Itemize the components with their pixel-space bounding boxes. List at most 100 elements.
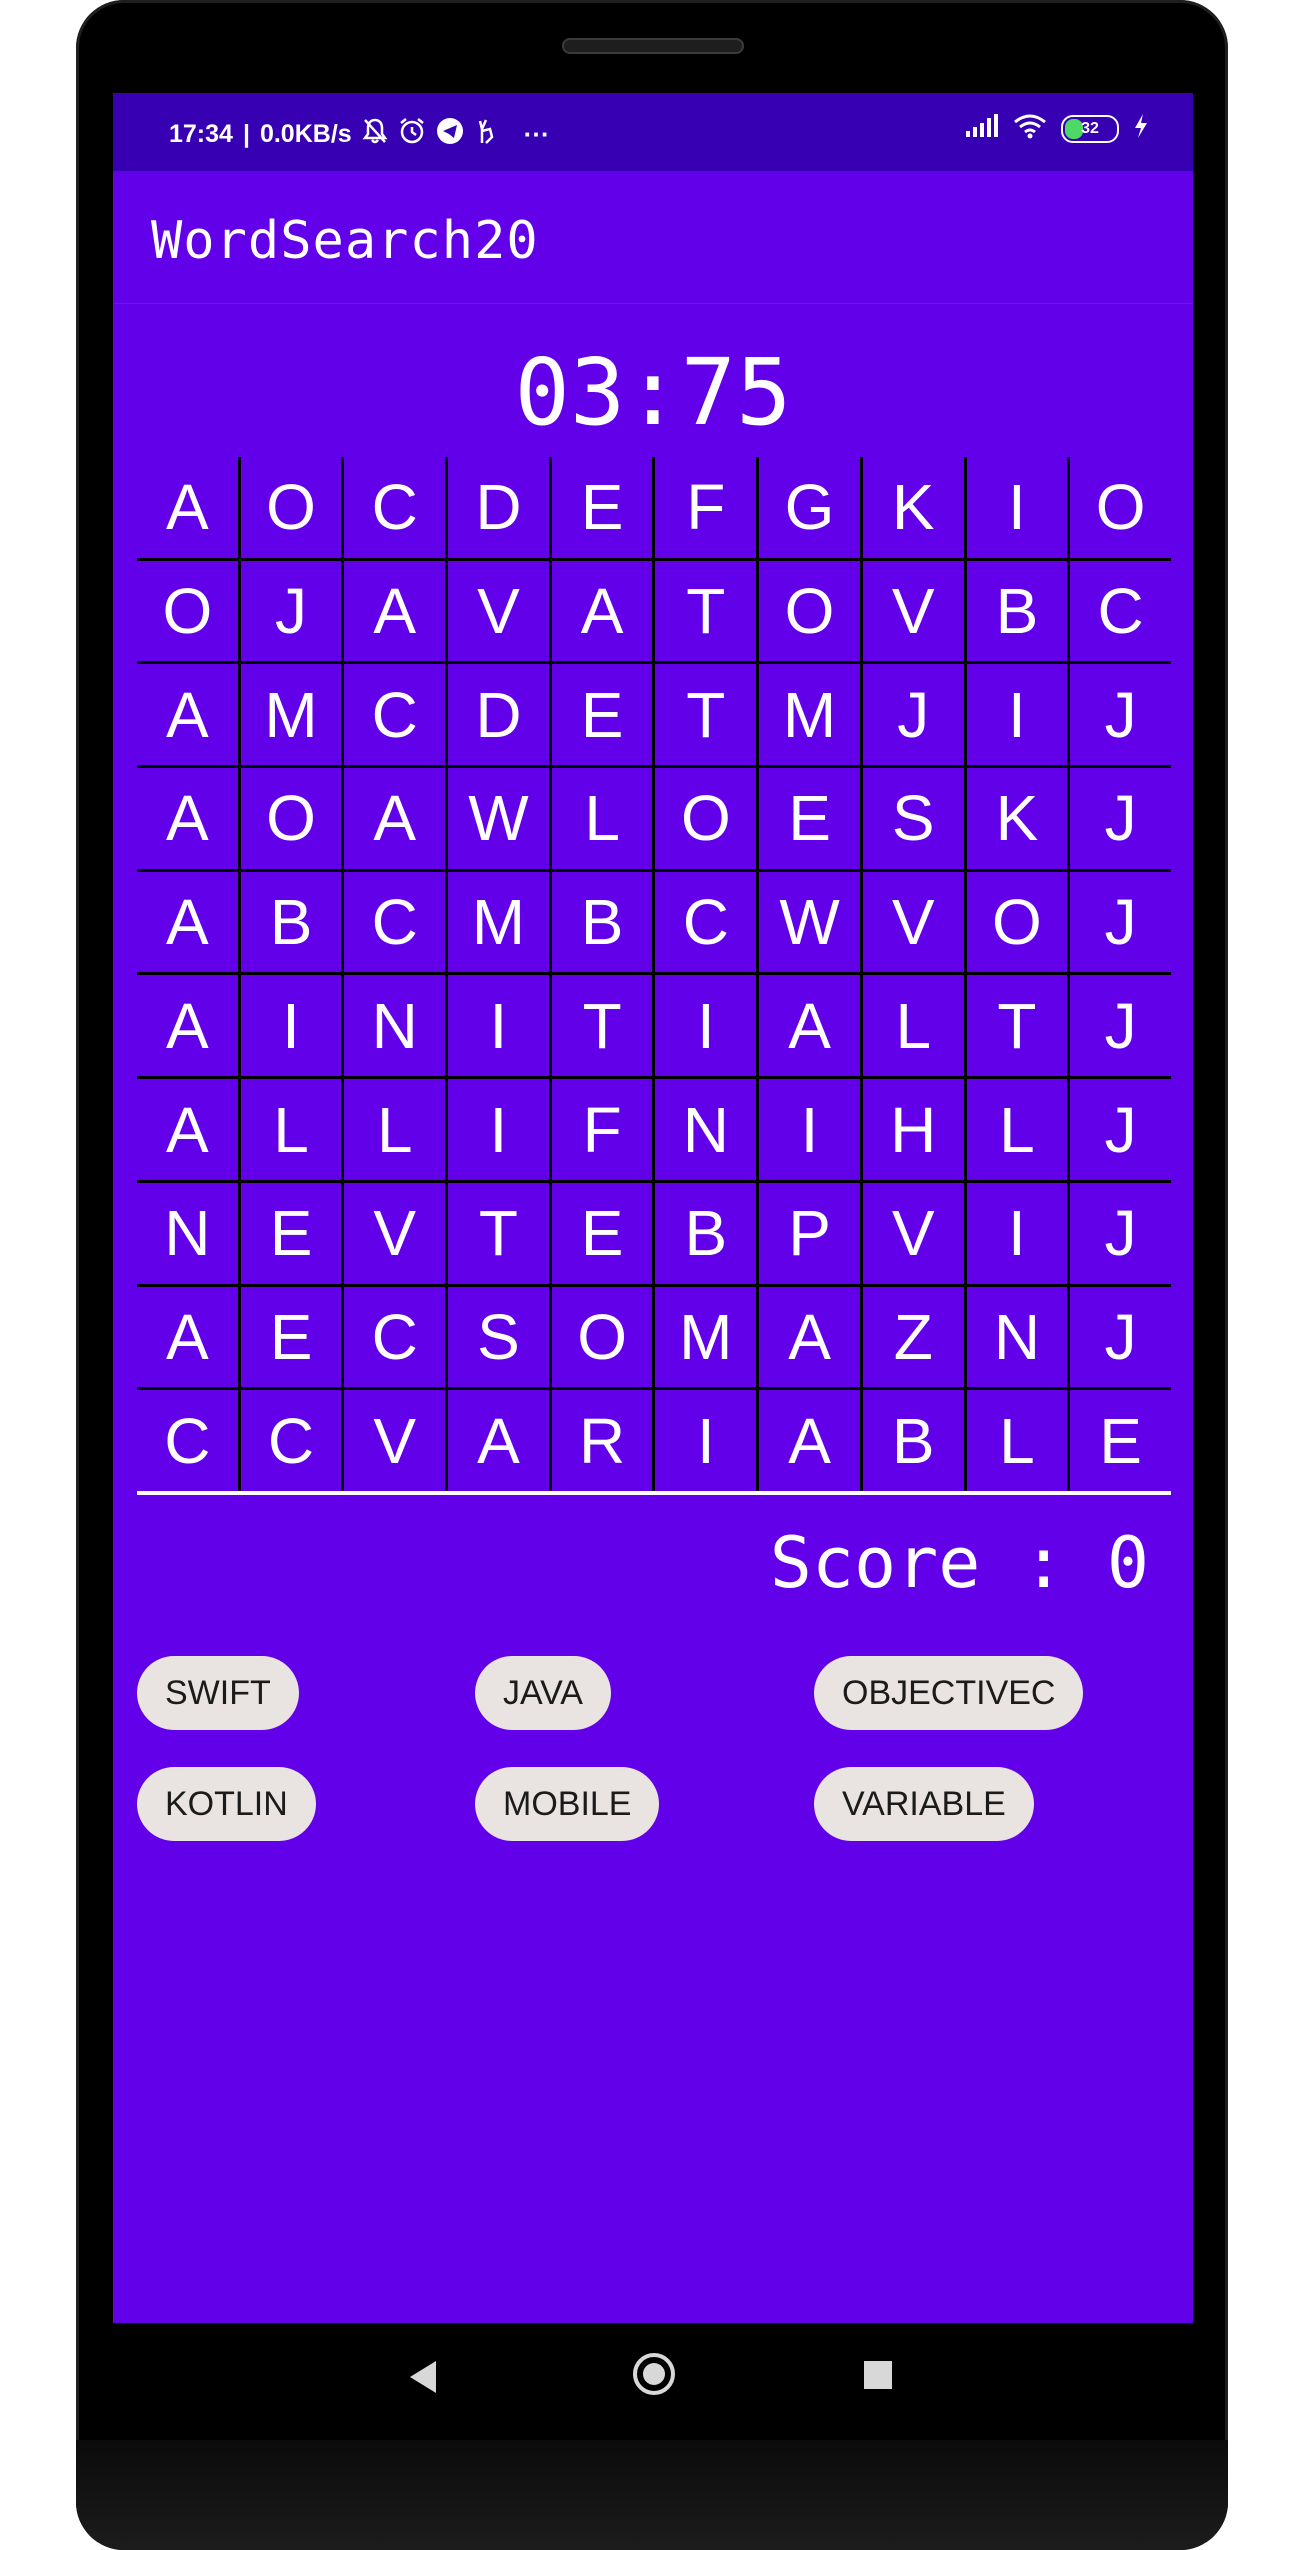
word-chip[interactable]: MOBILE [475,1767,660,1841]
grid-cell[interactable]: S [862,768,964,869]
grid-cell[interactable]: N [966,1286,1068,1388]
grid-cell[interactable]: O [240,457,342,558]
grid-cell[interactable]: N [137,1182,238,1284]
grid-cell[interactable]: O [966,871,1068,973]
back-icon[interactable] [410,2361,436,2393]
grid-cell[interactable]: V [862,1182,964,1284]
word-chip[interactable]: JAVA [475,1656,611,1730]
home-icon[interactable] [633,2353,675,2395]
grid-cell[interactable]: J [862,664,964,766]
grid-cell[interactable]: I [448,1079,549,1180]
grid-cell[interactable]: J [1070,1079,1171,1180]
grid-cell[interactable]: K [862,457,964,558]
grid-cell[interactable]: A [448,1390,549,1491]
grid-cell[interactable]: E [759,768,860,869]
grid-cell[interactable]: J [1070,975,1171,1077]
grid-cell[interactable]: H [862,1079,964,1180]
grid-cell[interactable]: F [551,1079,653,1180]
grid-cell[interactable]: B [862,1390,964,1491]
grid-cell[interactable]: F [655,457,757,558]
grid-cell[interactable]: I [240,975,342,1077]
grid-cell[interactable]: A [137,1079,238,1180]
word-search-grid[interactable]: AOCDEFGKIOOJAVATOVBCAMCDETMJIJAOAWLOESKJ… [137,457,1171,1494]
grid-cell[interactable]: V [344,1390,446,1491]
grid-cell[interactable]: A [759,975,860,1077]
word-chip[interactable]: OBJECTIVEC [814,1656,1084,1730]
grid-cell[interactable]: Z [862,1286,964,1388]
grid-cell[interactable]: B [551,871,653,973]
grid-cell[interactable]: V [862,560,964,662]
word-chip[interactable]: SWIFT [137,1656,299,1730]
grid-cell[interactable]: G [759,457,860,558]
grid-cell[interactable]: I [655,975,757,1077]
grid-cell[interactable]: L [966,1390,1068,1491]
grid-cell[interactable]: I [655,1390,757,1491]
grid-cell[interactable]: J [1070,871,1171,973]
grid-cell[interactable]: J [1070,664,1171,766]
grid-cell[interactable]: R [551,1390,653,1491]
grid-cell[interactable]: T [448,1182,549,1284]
grid-cell[interactable]: J [1070,768,1171,869]
grid-cell[interactable]: W [759,871,860,973]
grid-cell[interactable]: M [448,871,549,973]
grid-cell[interactable]: T [966,975,1068,1077]
grid-cell[interactable]: C [344,871,446,973]
grid-cell[interactable]: E [551,664,653,766]
grid-cell[interactable]: L [240,1079,342,1180]
grid-cell[interactable]: A [137,457,238,558]
grid-cell[interactable]: T [655,664,757,766]
grid-cell[interactable]: L [862,975,964,1077]
grid-cell[interactable]: I [759,1079,860,1180]
grid-cell[interactable]: A [344,560,446,662]
grid-cell[interactable]: I [966,1182,1068,1284]
grid-cell[interactable]: C [344,664,446,766]
grid-cell[interactable]: I [448,975,549,1077]
grid-cell[interactable]: A [551,560,653,662]
grid-cell[interactable]: O [551,1286,653,1388]
word-chip[interactable]: KOTLIN [137,1767,316,1841]
grid-cell[interactable]: L [551,768,653,869]
grid-cell[interactable]: J [240,560,342,662]
grid-cell[interactable]: C [344,457,446,558]
grid-cell[interactable]: A [137,768,238,869]
grid-cell[interactable]: T [551,975,653,1077]
grid-cell[interactable]: C [240,1390,342,1491]
grid-cell[interactable]: E [1070,1390,1171,1491]
grid-cell[interactable]: N [344,975,446,1077]
grid-cell[interactable]: B [655,1182,757,1284]
grid-cell[interactable]: V [448,560,549,662]
grid-cell[interactable]: J [1070,1286,1171,1388]
grid-cell[interactable]: S [448,1286,549,1388]
grid-cell[interactable]: E [240,1182,342,1284]
grid-cell[interactable]: M [655,1286,757,1388]
grid-cell[interactable]: B [240,871,342,973]
grid-cell[interactable]: M [240,664,342,766]
grid-cell[interactable]: E [551,457,653,558]
grid-cell[interactable]: N [655,1079,757,1180]
grid-cell[interactable]: A [137,1286,238,1388]
grid-cell[interactable]: I [966,664,1068,766]
grid-cell[interactable]: M [759,664,860,766]
grid-cell[interactable]: O [1070,457,1171,558]
grid-cell[interactable]: E [240,1286,342,1388]
grid-cell[interactable]: L [344,1079,446,1180]
grid-cell[interactable]: O [240,768,342,869]
grid-cell[interactable]: I [966,457,1068,558]
grid-cell[interactable]: A [137,871,238,973]
grid-cell[interactable]: V [862,871,964,973]
grid-cell[interactable]: A [344,768,446,869]
grid-cell[interactable]: C [1070,560,1171,662]
grid-cell[interactable]: A [759,1390,860,1491]
grid-cell[interactable]: V [344,1182,446,1284]
grid-cell[interactable]: O [137,560,238,662]
grid-cell[interactable]: C [137,1390,238,1491]
grid-cell[interactable]: L [966,1079,1068,1180]
grid-cell[interactable]: J [1070,1182,1171,1284]
grid-cell[interactable]: A [759,1286,860,1388]
grid-cell[interactable]: A [137,664,238,766]
grid-cell[interactable]: B [966,560,1068,662]
grid-cell[interactable]: P [759,1182,860,1284]
grid-cell[interactable]: T [655,560,757,662]
grid-cell[interactable]: C [655,871,757,973]
grid-cell[interactable]: O [759,560,860,662]
